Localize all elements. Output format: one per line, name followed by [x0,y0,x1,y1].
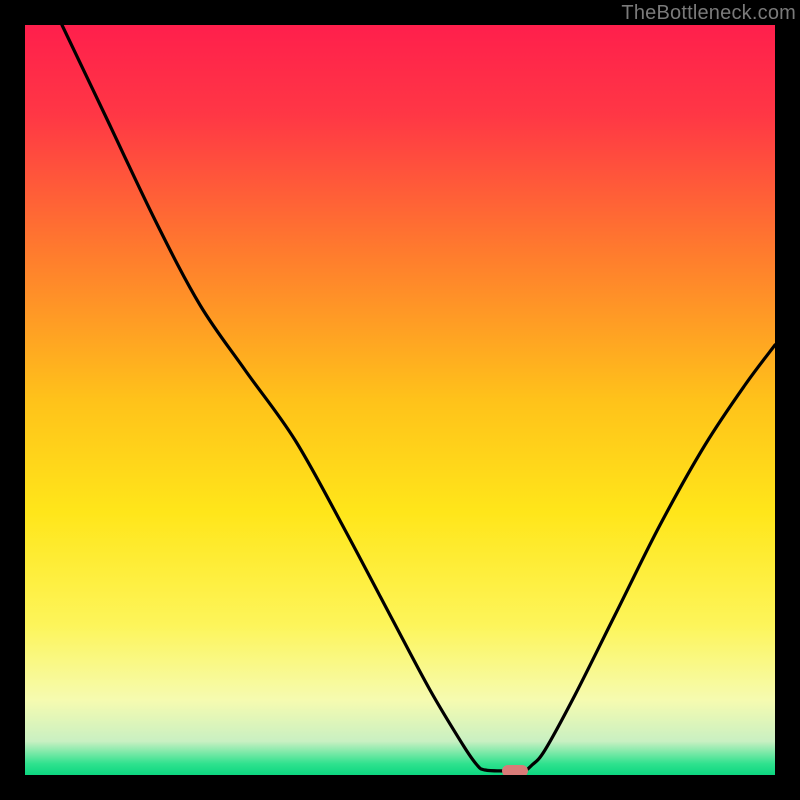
optimum-marker [502,765,528,775]
chart-frame: TheBottleneck.com [0,0,800,800]
plot-area [25,25,775,775]
watermark-text: TheBottleneck.com [621,2,796,25]
chart-svg [25,25,775,775]
chart-background [25,25,775,775]
